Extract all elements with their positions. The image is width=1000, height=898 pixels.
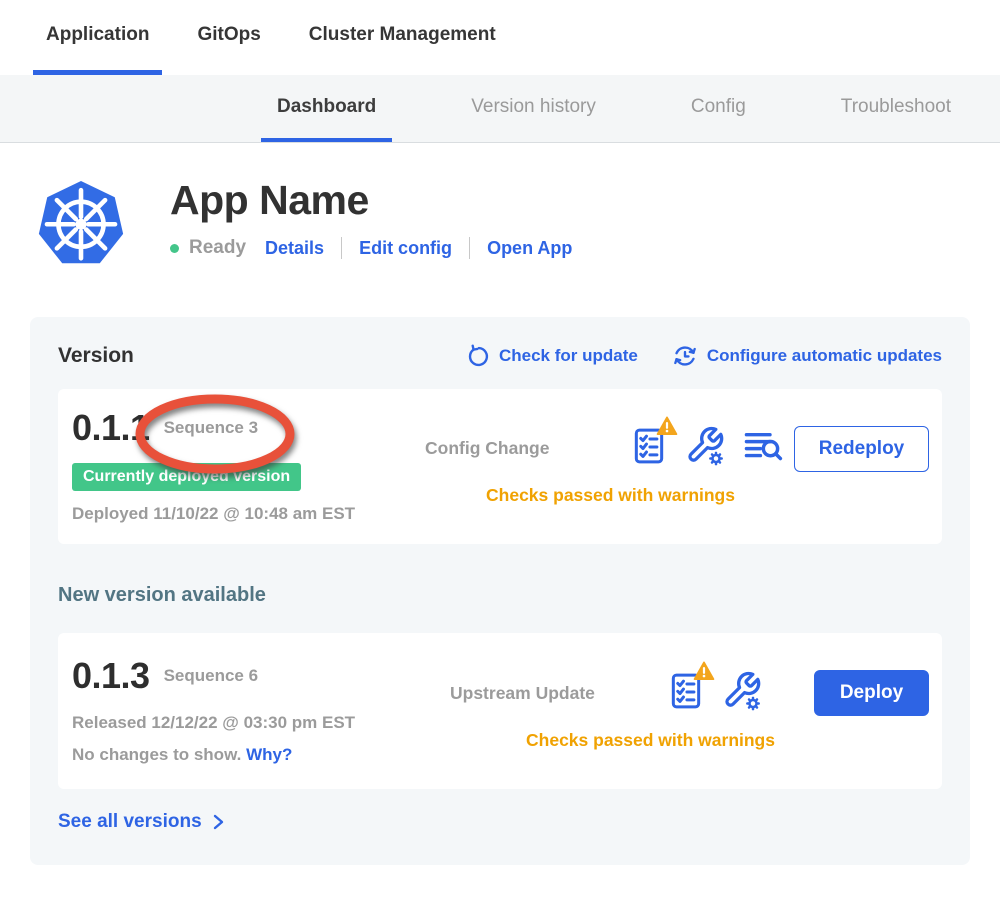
schedule-icon xyxy=(672,343,698,369)
preflight-checklist-icon[interactable] xyxy=(630,425,668,472)
available-version-number: 0.1.3 xyxy=(72,655,150,697)
kubernetes-logo-icon xyxy=(35,173,127,270)
wrench-gear-icon[interactable] xyxy=(722,670,762,717)
divider xyxy=(341,237,342,259)
details-link[interactable]: Details xyxy=(265,238,324,259)
version-source-label: Upstream Update xyxy=(450,683,667,704)
tab-gitops[interactable]: GitOps xyxy=(184,0,273,75)
configure-automatic-updates-label: Configure automatic updates xyxy=(707,346,942,366)
status-badge: Ready xyxy=(189,237,246,259)
open-app-link[interactable]: Open App xyxy=(487,238,572,259)
tab-cluster-management[interactable]: Cluster Management xyxy=(296,0,509,75)
configure-automatic-updates-button[interactable]: Configure automatic updates xyxy=(672,343,942,369)
why-link[interactable]: Why? xyxy=(246,745,292,764)
available-version-sequence: Sequence 6 xyxy=(164,666,259,686)
see-all-versions-label: See all versions xyxy=(58,811,202,833)
ready-status-dot-icon xyxy=(170,244,179,253)
preflight-checks-status: Checks passed with warnings xyxy=(417,485,804,506)
wrench-gear-icon[interactable] xyxy=(685,425,725,472)
version-source-label: Config Change xyxy=(425,438,630,459)
current-version-number: 0.1.1 xyxy=(72,407,150,449)
preflight-checks-status: Checks passed with warnings xyxy=(417,730,884,751)
check-for-update-button[interactable]: Check for update xyxy=(465,344,638,369)
released-timestamp: Released 12/12/22 @ 03:30 pm EST xyxy=(72,713,417,733)
tab-application[interactable]: Application xyxy=(33,0,162,75)
warning-triangle-icon xyxy=(693,661,715,681)
top-navigation: Application GitOps Cluster Management xyxy=(0,0,1000,75)
tab-dashboard[interactable]: Dashboard xyxy=(261,75,392,142)
currently-deployed-badge: Currently deployed version xyxy=(72,463,301,491)
deployed-timestamp: Deployed 11/10/22 @ 10:48 am EST xyxy=(72,504,417,524)
divider xyxy=(469,237,470,259)
preflight-checklist-icon[interactable] xyxy=(667,670,705,717)
tab-config[interactable]: Config xyxy=(675,75,762,142)
current-version-sequence: Sequence 3 xyxy=(164,418,259,438)
available-version-card: 0.1.3 Sequence 6 Released 12/12/22 @ 03:… xyxy=(58,633,942,789)
warning-triangle-icon xyxy=(656,416,678,436)
version-section-title: Version xyxy=(58,344,134,368)
see-all-versions-link[interactable]: See all versions xyxy=(58,811,226,833)
tab-troubleshoot[interactable]: Troubleshoot xyxy=(825,75,967,142)
chevron-right-icon xyxy=(210,813,226,831)
current-version-card: 0.1.1 Sequence 3 Currently deployed vers… xyxy=(58,389,942,544)
new-version-heading: New version available xyxy=(58,584,942,607)
no-changes-text: No changes to show. xyxy=(72,745,241,764)
refresh-icon xyxy=(465,344,490,369)
edit-config-link[interactable]: Edit config xyxy=(359,238,452,259)
deploy-button[interactable]: Deploy xyxy=(814,670,929,716)
page-title: App Name xyxy=(170,179,572,222)
file-search-icon[interactable] xyxy=(742,426,784,471)
sub-navigation: Dashboard Version history Config Trouble… xyxy=(0,75,1000,143)
app-header: App Name Ready Details Edit config Open … xyxy=(35,173,1000,270)
redeploy-button[interactable]: Redeploy xyxy=(794,426,929,472)
version-panel: Version Check for update xyxy=(30,317,970,865)
tab-version-history[interactable]: Version history xyxy=(455,75,612,142)
check-for-update-label: Check for update xyxy=(499,346,638,366)
